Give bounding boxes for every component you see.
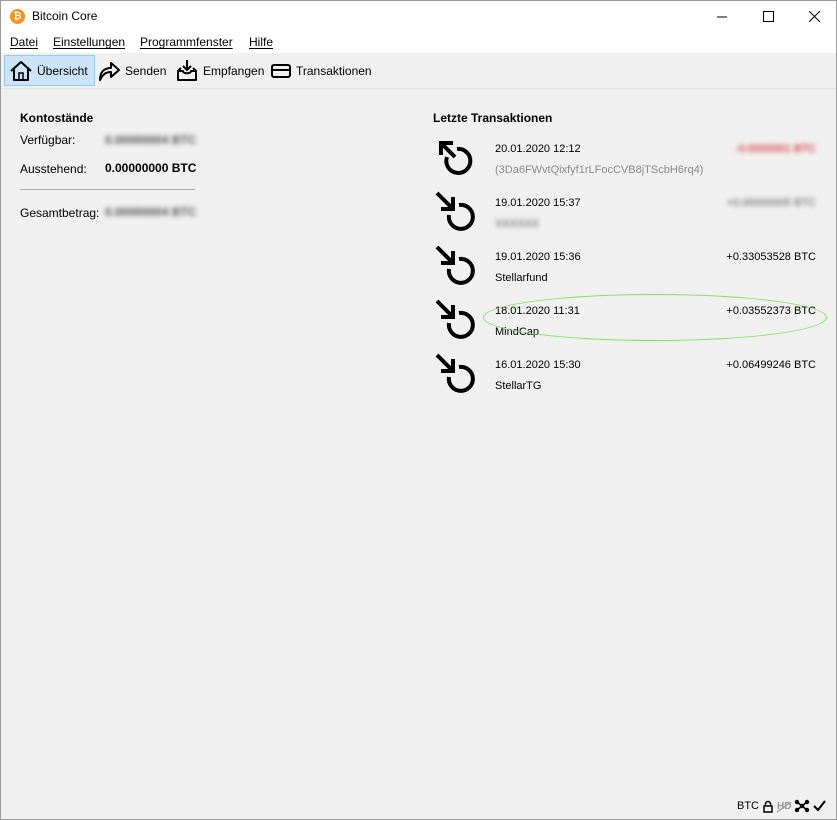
tx-date: 19.01.2020 15:36 <box>495 251 581 263</box>
network-icon[interactable] <box>794 799 810 813</box>
menu-bar: Datei Einstellungen Programmfenster Hilf… <box>1 32 836 53</box>
title-bar: ₿ Bitcoin Core <box>1 1 836 32</box>
tx-amount-blurred: +0.00000005 BTC <box>726 197 816 209</box>
sent-transaction-icon <box>439 141 473 175</box>
strike-icon <box>777 801 791 812</box>
tx-amount: +0.00000005 BTC <box>726 197 816 209</box>
tx-date: 20.01.2020 12:12 <box>495 143 581 155</box>
status-bar: BTC HD <box>737 798 827 814</box>
unit-selector[interactable]: BTC <box>737 800 759 812</box>
window-title: Bitcoin Core <box>32 9 98 23</box>
tab-transactions-label: Transaktionen <box>296 63 372 78</box>
tx-amount: +0.33053528 BTC <box>726 251 816 263</box>
minimize-icon <box>717 16 727 17</box>
balance-divider <box>20 189 195 190</box>
synced-check-icon <box>813 800 827 812</box>
home-icon <box>10 60 32 81</box>
tab-send[interactable]: Senden <box>93 55 172 86</box>
menu-hilfe[interactable]: Hilfe <box>249 35 273 49</box>
tx-date: 16.01.2020 15:30 <box>495 359 581 371</box>
menu-einstellungen[interactable]: Einstellungen <box>53 35 125 49</box>
tx-amount: +0.06499246 BTC <box>726 359 816 371</box>
tab-receive-label: Empfangen <box>203 63 265 78</box>
maximize-button[interactable] <box>745 1 791 32</box>
received-transaction-icon <box>435 353 475 393</box>
tab-transactions[interactable]: Transaktionen <box>266 55 378 86</box>
total-label: Gesamtbetrag: <box>20 206 100 220</box>
pending-value: 0.00000000 BTC <box>105 161 197 175</box>
tab-overview[interactable]: Übersicht <box>4 55 95 86</box>
highlight-annotation <box>483 294 827 341</box>
maximize-icon <box>762 11 774 22</box>
balances-heading: Kontostände <box>20 111 94 125</box>
tx-description: StellarTG <box>495 380 542 392</box>
recent-transactions-heading: Letzte Transaktionen <box>433 111 553 125</box>
receive-inbox-icon <box>177 59 197 81</box>
menu-datei[interactable]: Datei <box>10 35 38 49</box>
menu-programmfenster[interactable]: Programmfenster <box>140 35 233 49</box>
lock-icon <box>763 800 773 813</box>
available-value-blurred: 0.00000004 BTC <box>105 133 197 147</box>
close-button[interactable] <box>791 1 837 32</box>
minimize-button[interactable] <box>699 1 745 32</box>
received-transaction-icon <box>435 191 475 231</box>
tx-address: (3Da6FWvtQixfyf1rLFocCVB8jTScbH6rq4) <box>495 164 704 176</box>
transactions-card-icon <box>271 63 291 78</box>
send-arrow-icon <box>99 61 120 81</box>
pending-label: Ausstehend: <box>20 162 87 176</box>
bitcoin-logo-icon: ₿ <box>10 9 25 24</box>
tx-description: XXXXXX <box>495 218 540 230</box>
tab-send-label: Senden <box>125 63 167 78</box>
hd-disabled-icon: HD <box>777 801 791 812</box>
received-transaction-icon <box>435 245 475 285</box>
tx-amount-blurred: -0.0000001 BTC <box>735 143 816 155</box>
available-value: 0.00000004 BTC <box>105 133 196 147</box>
tab-receive[interactable]: Empfangen <box>171 55 270 86</box>
total-value-blurred: 0.00000004 BTC <box>105 205 197 219</box>
main-window: ₿ Bitcoin Core Datei Einstellungen Progr… <box>0 0 837 820</box>
tx-date: 19.01.2020 15:37 <box>495 197 581 209</box>
tx-amount: -0.0000001 BTC <box>735 143 816 155</box>
tx-description: Stellarfund <box>495 272 548 284</box>
tab-overview-label: Übersicht <box>37 63 88 78</box>
available-label: Verfügbar: <box>20 133 76 147</box>
total-value: 0.00000004 BTC <box>105 205 196 219</box>
toolbar: Übersicht Senden Empfangen Transaktionen <box>1 53 836 89</box>
close-icon <box>808 11 820 22</box>
received-transaction-icon <box>435 299 475 339</box>
